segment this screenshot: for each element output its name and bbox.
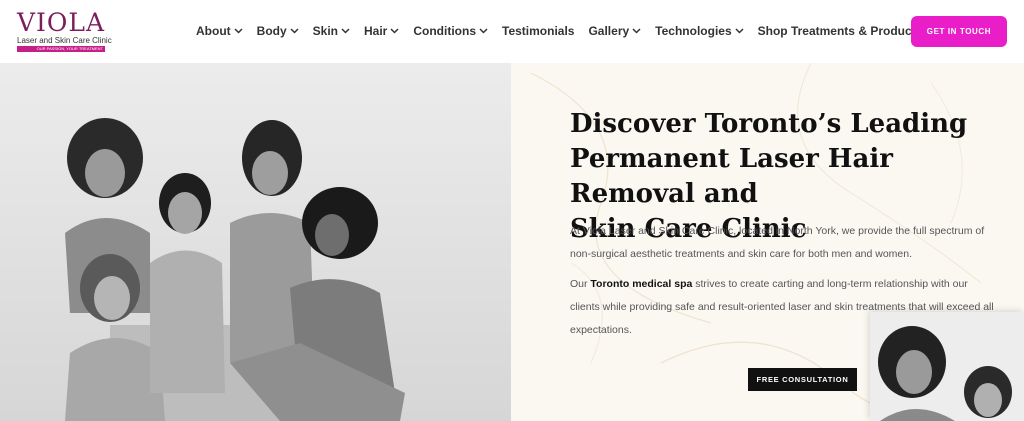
chevron-down-icon <box>735 28 744 34</box>
toronto-medical-spa-link[interactable]: Toronto medical spa <box>590 278 692 290</box>
headline-line: Permanent Laser Hair Removal and <box>570 144 893 209</box>
logo-subtitle: Laser and Skin Care Clinic <box>17 36 112 45</box>
free-consultation-button[interactable]: FREE CONSULTATION <box>748 368 857 391</box>
chevron-down-icon <box>390 28 399 34</box>
para-text: Our <box>570 278 591 290</box>
nav-label: Shop Treatments & Products <box>757 24 923 38</box>
logo-wordmark: VIOLA <box>17 8 106 37</box>
nav-label: Skin <box>312 24 338 38</box>
get-in-touch-button[interactable]: GET IN TOUCH <box>911 16 1007 47</box>
chevron-down-icon <box>234 28 243 34</box>
nav-label: Body <box>256 24 287 38</box>
headline-line: Discover Toronto’s Leading <box>570 109 968 139</box>
nav-label: Conditions <box>413 24 476 38</box>
nav-item-conditions[interactable]: Conditions <box>413 24 488 38</box>
main-nav: About Body Skin Hair Conditions Testimon… <box>196 24 936 38</box>
logo-tagline: OUR PASSION, YOUR TREATMENT <box>17 46 105 52</box>
nav-label: About <box>196 24 231 38</box>
chevron-down-icon <box>341 28 350 34</box>
hero-intro-paragraph: At Viola Laser and Skin Care Clinic, loc… <box>570 225 985 260</box>
nav-item-body[interactable]: Body <box>257 24 299 38</box>
chevron-down-icon <box>479 28 488 34</box>
site-header: VIOLA Laser and Skin Care Clinic OUR PAS… <box>0 0 1024 63</box>
nav-item-about[interactable]: About <box>196 24 243 38</box>
nav-label: Testimonials <box>502 24 575 38</box>
nav-label: Technologies <box>655 24 732 38</box>
nav-label: Hair <box>364 24 388 38</box>
hero-group-photo <box>0 63 511 421</box>
chevron-down-icon <box>290 28 299 34</box>
nav-item-technologies[interactable]: Technologies <box>655 24 744 38</box>
nav-item-skin[interactable]: Skin <box>313 24 350 38</box>
nav-item-gallery[interactable]: Gallery <box>588 24 641 38</box>
chevron-down-icon <box>632 28 641 34</box>
nav-item-hair[interactable]: Hair <box>364 24 399 38</box>
viola-logo[interactable]: VIOLA Laser and Skin Care Clinic OUR PAS… <box>17 10 112 52</box>
thumbnail-photo <box>870 312 1024 421</box>
nav-item-shop[interactable]: Shop Treatments & Products <box>758 24 923 38</box>
nav-item-testimonials[interactable]: Testimonials <box>502 24 574 38</box>
nav-label: Gallery <box>588 24 630 38</box>
